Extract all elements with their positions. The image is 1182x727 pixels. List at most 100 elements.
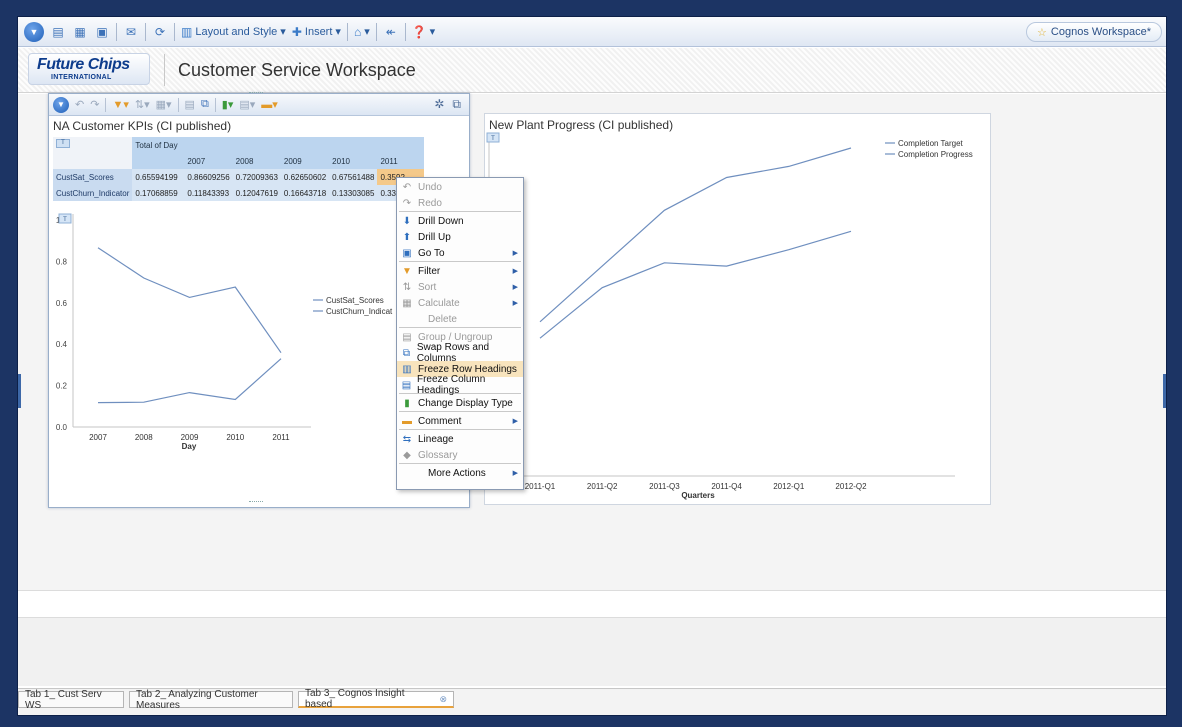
tab-label: Tab 3_ Cognos Insight based xyxy=(305,688,405,710)
menu-item-redo[interactable]: ↷ Redo xyxy=(397,195,523,211)
layout-icon: ▥ xyxy=(181,24,193,39)
maximize-icon[interactable]: ⧉ xyxy=(452,97,461,112)
swap-icon[interactable]: ⧉ xyxy=(201,98,209,111)
widget-toolbar: ▼ ↶ ↷ ▼▾ ⇅▾ ▦▾ ▤ ⧉ ▮▾ ▤▾ ▬▾ ✲ ⧉ xyxy=(49,94,469,116)
tab-label: Tab 1_ Cust Serv WS xyxy=(25,688,102,711)
menu-item-drill-down[interactable]: ⬇ Drill Down xyxy=(397,213,523,229)
menu-item-delete[interactable]: Delete xyxy=(397,311,523,327)
table-row: CustChurn_Indicator 0.17068859 0.1184339… xyxy=(53,185,425,201)
menu-item-freeze-column-headings[interactable]: ▤ Freeze Column Headings xyxy=(397,374,523,396)
menu-item-change-display-type[interactable]: ▮ Change Display Type xyxy=(397,395,523,411)
workspace-name: Cognos Workspace* xyxy=(1050,26,1151,38)
column-header-year[interactable]: 2010 xyxy=(329,153,378,169)
properties-icon[interactable]: ▤▾ xyxy=(239,98,255,111)
toolbar-divider xyxy=(174,22,175,41)
group-icon[interactable]: ▤ xyxy=(185,98,195,111)
menu-item-calculate[interactable]: ▦ Calculate ▶ xyxy=(397,295,523,311)
help-menu[interactable]: ❓ ▾ xyxy=(412,25,435,39)
email-icon[interactable]: ✉ xyxy=(123,24,139,40)
share-menu[interactable]: ⌂ ▾ xyxy=(354,25,370,39)
refresh-icon[interactable]: ⟳ xyxy=(152,24,168,40)
column-header-year[interactable]: 2007 xyxy=(184,153,233,169)
comment-icon[interactable]: ▬▾ xyxy=(261,98,278,111)
table-cell[interactable]: 0.72009363 xyxy=(232,169,281,185)
close-icon[interactable]: ⊗ xyxy=(439,694,447,705)
insert-menu[interactable]: ✚ Insert ▾ xyxy=(292,25,341,39)
gear-icon[interactable]: ✲ xyxy=(434,97,444,112)
column-header-year[interactable]: 2011 xyxy=(377,153,425,169)
filter-icon[interactable]: ▼▾ xyxy=(112,98,128,111)
widget-grip-bottom[interactable] xyxy=(249,501,263,504)
x-tick-label: 2011-Q1 xyxy=(525,482,556,491)
menu-item-label: Go To xyxy=(418,247,445,259)
x-tick-label: 2011 xyxy=(272,433,290,442)
menu-item-label: Comment xyxy=(418,415,462,427)
open-folder-icon[interactable]: ▦ xyxy=(72,24,88,40)
back-icon[interactable]: ↞ xyxy=(383,24,399,40)
menu-item-label: Delete xyxy=(428,313,457,325)
x-tick-label: 2011-Q2 xyxy=(587,482,618,491)
workspace-header: Future Chips INTERNATIONAL Customer Serv… xyxy=(18,48,1166,93)
help-icon: ❓ xyxy=(411,24,427,39)
table-cell[interactable]: 0.65594199 xyxy=(132,169,185,185)
menu-item-undo[interactable]: ↶ Undo xyxy=(397,179,523,195)
calculate-icon[interactable]: ▦▾ xyxy=(156,98,172,111)
new-workspace-icon[interactable]: ▤ xyxy=(50,24,66,40)
table-cell[interactable]: 0.16643718 xyxy=(280,185,330,201)
table-cell[interactable]: 0.86609256 xyxy=(184,169,233,185)
right-panel-handle[interactable] xyxy=(1163,374,1166,408)
table-cell[interactable]: 0.13303085 xyxy=(329,185,378,201)
layout-style-menu[interactable]: ▥ Layout and Style ▾ xyxy=(181,25,286,39)
series-line xyxy=(539,147,852,323)
company-logo: Future Chips INTERNATIONAL xyxy=(28,53,150,85)
drill-down-icon: ⬇ xyxy=(402,215,412,227)
row-header[interactable]: CustSat_Scores xyxy=(53,169,133,185)
plant-line-chart[interactable]: 5 2011-Q1 2011-Q2 2011-Q3 2011-Q4 2012-Q1 2012… xyxy=(485,132,990,504)
redo-icon[interactable]: ↷ xyxy=(90,98,99,111)
y-tick-label: 5 xyxy=(485,144,486,153)
widget-toolbar-right: ✲ ⧉ xyxy=(434,97,461,112)
table-type-icon[interactable]: T xyxy=(56,139,70,148)
toolbar-divider xyxy=(404,22,406,41)
menu-item-label: Undo xyxy=(418,181,442,193)
menu-separator xyxy=(399,327,521,328)
table-cell[interactable]: 0.17068859 xyxy=(132,185,185,201)
row-header[interactable]: CustChurn_Indicator xyxy=(53,185,133,201)
table-cell[interactable]: 0.12047619 xyxy=(232,185,281,201)
tab-cust-serv[interactable]: Tab 1_ Cust Serv WS xyxy=(18,688,124,711)
menu-item-comment[interactable]: ▬ Comment ▶ xyxy=(397,413,523,429)
menu-item-filter[interactable]: ▼ Filter ▶ xyxy=(397,263,523,279)
menu-item-drill-up[interactable]: ⬆ Drill Up xyxy=(397,229,523,245)
column-header-total[interactable] xyxy=(132,153,185,169)
undo-icon[interactable]: ↶ xyxy=(75,98,84,111)
sort-icon[interactable]: ⇅▾ xyxy=(135,98,150,111)
column-header-year[interactable]: 2009 xyxy=(280,153,330,169)
menu-item-more-actions[interactable]: More Actions ▶ xyxy=(397,465,523,481)
menu-item-swap-rows-and-columns[interactable]: ⧉ Swap Rows and Columns xyxy=(397,342,523,364)
total-of-day-header[interactable]: Total of Day xyxy=(132,137,425,153)
menu-item-label: Freeze Column Headings xyxy=(416,374,486,396)
toolbar-divider xyxy=(375,22,377,41)
workspace-switcher[interactable]: ☆ Cognos Workspace* xyxy=(1026,22,1162,42)
widget-title: New Plant Progress (CI published) xyxy=(489,118,674,132)
column-header-year[interactable]: 2008 xyxy=(232,153,281,169)
left-panel-handle[interactable] xyxy=(18,374,21,408)
x-tick-label: 2012-Q2 xyxy=(835,482,867,491)
widget-grip-top[interactable] xyxy=(249,92,263,95)
widget-menu-button[interactable]: ▼ xyxy=(53,96,69,113)
tab-analyzing-measures[interactable]: Tab 2_ Analyzing Customer Measures xyxy=(129,689,293,711)
save-icon[interactable]: ▣ xyxy=(94,24,110,40)
app-menu-button[interactable]: ▼ xyxy=(24,21,44,42)
logo-subtext: INTERNATIONAL xyxy=(51,74,112,81)
chart-type-icon[interactable]: ▮▾ xyxy=(222,98,234,111)
menu-item-glossary[interactable]: ◆ Glossary xyxy=(397,447,523,463)
menu-item-go-to[interactable]: ▣ Go To ▶ xyxy=(397,245,523,261)
menu-item-lineage[interactable]: ⇆ Lineage xyxy=(397,431,523,447)
table-cell[interactable]: 0.67561488 xyxy=(329,169,378,185)
menu-item-label: Calculate xyxy=(418,297,460,309)
page-title: Customer Service Workspace xyxy=(178,60,416,80)
tab-cognos-insight[interactable]: Tab 3_ Cognos Insight based ⊗ xyxy=(298,688,454,710)
menu-item-sort[interactable]: ⇅ Sort ▶ xyxy=(397,279,523,295)
table-cell[interactable]: 0.62650602 xyxy=(280,169,330,185)
table-cell[interactable]: 0.11843393 xyxy=(184,185,233,201)
